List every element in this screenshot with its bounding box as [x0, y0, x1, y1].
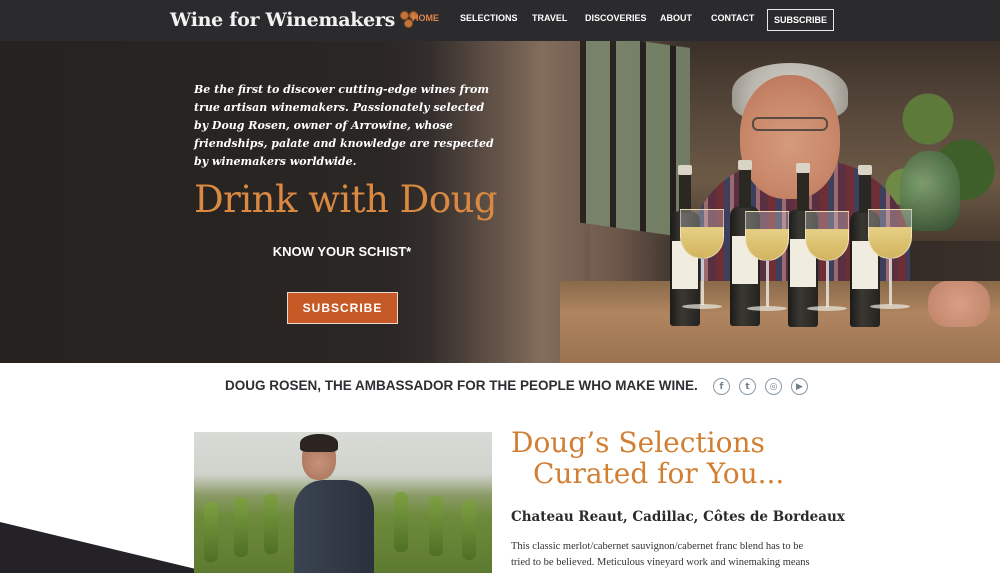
ambassador-statement: DOUG ROSEN, THE AMBASSADOR FOR THE PEOPL… [225, 378, 698, 393]
wine-name: Chateau Reaut, Cadillac, Côtes de Bordea… [511, 509, 845, 525]
nav-subscribe-button[interactable]: SUBSCRIBE [767, 9, 834, 31]
hero-subtitle: KNOW YOUR SCHIST* [272, 244, 412, 259]
glass-foot [747, 306, 787, 311]
glass-foot [682, 304, 722, 309]
nav-about[interactable]: ABOUT [660, 13, 692, 23]
hero-subscribe-button[interactable]: SUBSCRIBE [287, 292, 398, 324]
instagram-icon[interactable]: ◎ [765, 378, 782, 395]
wine-glass [745, 211, 789, 261]
vineyard-person-hair [300, 434, 338, 452]
nav-travel[interactable]: TRAVEL [532, 13, 567, 23]
nav-contact[interactable]: CONTACT [711, 13, 754, 23]
top-nav: Wine for Winemakers HOME SELECTIONS TRAV… [0, 0, 1000, 41]
glass-stem [701, 259, 704, 305]
vineyard-photo [194, 432, 492, 573]
doug-face [740, 75, 840, 199]
main-menu: HOME SELECTIONS TRAVEL DISCOVERIES ABOUT… [0, 13, 1000, 27]
wine-glass [868, 209, 912, 259]
doug-glasses [752, 117, 828, 131]
vine-row [204, 502, 218, 562]
nav-discoveries[interactable]: DISCOVERIES [585, 13, 647, 23]
wine-glass [680, 209, 724, 259]
doug-hand [928, 281, 990, 327]
vine-row [234, 497, 248, 557]
glass-foot [807, 306, 847, 311]
youtube-icon[interactable]: ▶ [791, 378, 808, 395]
wine-description: This classic merlot/cabernet sauvignon/c… [511, 541, 810, 568]
vineyard-person-body [294, 480, 374, 573]
vine-row [429, 496, 443, 556]
decorative-diagonal [0, 522, 200, 573]
hero-tagline: Be the first to discover cutting-edge wi… [194, 83, 494, 168]
vine-row [394, 492, 408, 552]
glass-foot [870, 304, 910, 309]
selections-title-line2: Curated for You... [533, 457, 785, 490]
glass-stem [766, 261, 769, 307]
facebook-icon[interactable]: f [713, 378, 730, 395]
vine-row [264, 494, 278, 554]
nav-home[interactable]: HOME [412, 13, 439, 23]
glass-stem [889, 259, 892, 305]
nav-selections[interactable]: SELECTIONS [460, 13, 518, 23]
vine-row [462, 500, 476, 560]
wine-glass [805, 211, 849, 261]
hero-banner: Be the first to discover cutting-edge wi… [0, 41, 1000, 363]
glass-stem [826, 261, 829, 307]
hero-title: Drink with Doug [194, 178, 498, 221]
twitter-icon[interactable]: t [739, 378, 756, 395]
selections-title-line1: Doug’s Selections [511, 426, 765, 459]
